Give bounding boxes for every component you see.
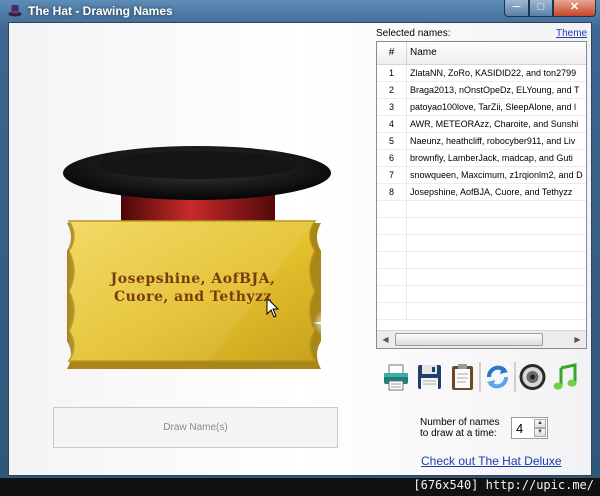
list-row[interactable]: 8 Josepshine, AofBJA, Cuore, and Tethyzz	[377, 184, 586, 201]
draw-names-button[interactable]: Draw Name(s)	[53, 407, 338, 448]
list-rows: 1 ZlataNN, ZoRo, KASIDID22, and ton2799 2…	[377, 65, 586, 320]
stepper-down-icon[interactable]: ▼	[534, 428, 546, 437]
list-row[interactable]: 7 snowqueen, Maxcimum, z1rqionlm2, and D	[377, 167, 586, 184]
list-row[interactable]: 3 patoyao100love, TarZii, SleepAlone, and…	[377, 99, 586, 116]
window-title: The Hat - Drawing Names	[28, 4, 173, 18]
row-name: patoyao100love, TarZii, SleepAlone, and …	[410, 102, 576, 112]
music-icon	[553, 363, 577, 390]
list-header: # Name	[377, 42, 586, 65]
scroll-thumb[interactable]	[395, 333, 543, 346]
list-row[interactable]: 5 Naeunz, heathcliff, robocyber911, and L…	[377, 133, 586, 150]
selected-names-list[interactable]: # Name 1 ZlataNN, ZoRo, KASIDID22, and to…	[376, 41, 587, 349]
minimize-button[interactable]: ─	[504, 0, 529, 17]
app-window: The Hat - Drawing Names ─ □ ✕ Josepshine…	[0, 0, 600, 496]
save-button[interactable]	[413, 361, 446, 393]
row-number: 4	[377, 116, 407, 132]
scroll-right-arrow-icon[interactable]: ▶	[570, 333, 585, 346]
scroll-left-arrow-icon[interactable]: ◀	[378, 333, 393, 346]
title-bar[interactable]: The Hat - Drawing Names ─ □ ✕	[0, 0, 600, 22]
row-number: 7	[377, 167, 407, 183]
print-button[interactable]	[380, 361, 413, 393]
row-name: Braga2013, nOnstOpeDz, ELYoung, and T	[410, 85, 580, 95]
empty-list-row	[377, 286, 586, 303]
row-name: Naeunz, heathcliff, robocyber911, and Li…	[410, 136, 576, 146]
column-header-number[interactable]: #	[377, 42, 407, 64]
row-number: 3	[377, 99, 407, 115]
action-toolbar	[380, 361, 582, 393]
ticket-text: Josepshine, AofBJA, Cuore, and Tethyzz	[71, 270, 315, 306]
row-number: 6	[377, 150, 407, 166]
list-row[interactable]: 1 ZlataNN, ZoRo, KASIDID22, and ton2799	[377, 65, 586, 82]
stepper-up-icon[interactable]: ▲	[534, 419, 546, 428]
draw-count-stepper[interactable]: 4 ▲ ▼	[511, 417, 548, 439]
row-number: 1	[377, 65, 407, 81]
column-header-name[interactable]: Name	[410, 42, 437, 64]
printer-icon	[384, 364, 408, 391]
row-number: 8	[377, 184, 407, 200]
window-controls: ─ □ ✕	[504, 0, 596, 18]
music-button[interactable]	[549, 361, 582, 393]
maximize-button[interactable]: □	[529, 0, 553, 17]
copy-button[interactable]	[446, 361, 479, 393]
hat-app-icon	[8, 5, 22, 17]
empty-list-row	[377, 235, 586, 252]
refresh-icon	[487, 365, 508, 389]
row-number: 2	[377, 82, 407, 98]
hat-deluxe-link[interactable]: Check out The Hat Deluxe	[421, 454, 562, 468]
ticket-line-2: Cuore, and Tethyzz	[113, 289, 272, 305]
empty-list-row	[377, 303, 586, 320]
main-panel: Josepshine, AofBJA, Cuore, and Tethyzz D…	[8, 22, 592, 476]
row-name: snowqueen, Maxcimum, z1rqionlm2, and D	[410, 170, 583, 180]
speaker-icon	[519, 364, 546, 390]
empty-list-row	[377, 218, 586, 235]
empty-list-row	[377, 252, 586, 269]
theme-link[interactable]: Theme	[556, 28, 587, 39]
reset-button[interactable]	[481, 361, 514, 393]
row-name: ZlataNN, ZoRo, KASIDID22, and ton2799	[410, 68, 577, 78]
save-icon	[418, 365, 441, 389]
hat-illustration	[63, 146, 341, 369]
row-name: AWR, METEORAzz, Charoite, and Sunshi	[410, 119, 579, 129]
draw-count-label-line1: Number of names	[420, 417, 500, 428]
row-name: Josepshine, AofBJA, Cuore, and Tethyzz	[410, 187, 573, 197]
horizontal-scrollbar[interactable]: ◀ ▶	[377, 330, 586, 348]
selected-names-label: Selected names:	[376, 28, 451, 39]
draw-count-label: Number of names to draw at a time:	[420, 417, 499, 439]
row-name: brownfly, LamberJack, madcap, and Guti	[410, 153, 573, 163]
ticket-line-1: Josepshine, AofBJA,	[110, 271, 276, 287]
empty-list-row	[377, 269, 586, 286]
list-row[interactable]: 6 brownfly, LamberJack, madcap, and Guti	[377, 150, 586, 167]
watermark-text: [676x540] http://upic.me/	[413, 478, 594, 492]
close-button[interactable]: ✕	[553, 0, 596, 17]
clipboard-icon	[452, 364, 473, 390]
empty-list-row	[377, 201, 586, 218]
draw-count-value[interactable]: 4	[516, 421, 523, 436]
row-number: 5	[377, 133, 407, 149]
sound-button[interactable]	[516, 361, 549, 393]
list-row[interactable]: 4 AWR, METEORAzz, Charoite, and Sunshi	[377, 116, 586, 133]
list-row[interactable]: 2 Braga2013, nOnstOpeDz, ELYoung, and T	[377, 82, 586, 99]
draw-count-label-line2: to draw at a time:	[420, 428, 497, 439]
